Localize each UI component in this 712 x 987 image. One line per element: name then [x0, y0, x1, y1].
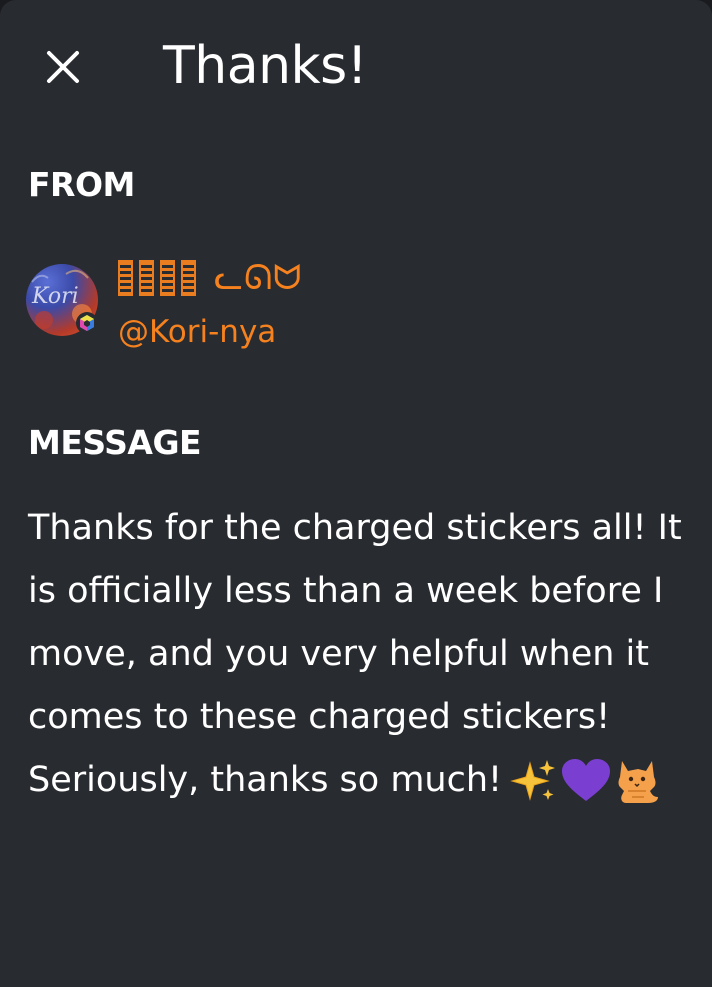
dialog-header: Thanks!: [0, 30, 712, 106]
missing-glyph-box: [118, 260, 133, 296]
from-label: FROM: [28, 165, 135, 204]
author-info[interactable]: Kori ᓚᘏᗢ @Kori-nya: [26, 258, 686, 354]
thanks-dialog: Thanks! FROM Kori ᓚᘏᗢ @Kori-nya MESSAGE …: [0, 0, 712, 987]
close-icon: [47, 51, 79, 83]
message-label: MESSAGE: [28, 423, 202, 462]
missing-glyph-box: [160, 260, 175, 296]
missing-glyph-box: [139, 260, 154, 296]
display-name-tail: ᓚᘏᗢ: [214, 258, 303, 298]
emoji-group: [510, 757, 660, 805]
dialog-title: Thanks!: [163, 36, 368, 96]
purple-heart-icon: [562, 759, 611, 801]
message-body: Thanks for the charged stickers all! It …: [28, 497, 698, 812]
close-button[interactable]: [34, 38, 92, 96]
missing-glyph-box: [181, 260, 196, 296]
sparkles-icon: [510, 760, 556, 801]
cat-icon: [618, 761, 659, 803]
display-name: ᓚᘏᗢ: [118, 258, 302, 298]
nitro-hex-badge-icon: [76, 312, 98, 334]
avatar-text: Kori: [32, 284, 79, 309]
username: @Kori-nya: [118, 314, 277, 350]
